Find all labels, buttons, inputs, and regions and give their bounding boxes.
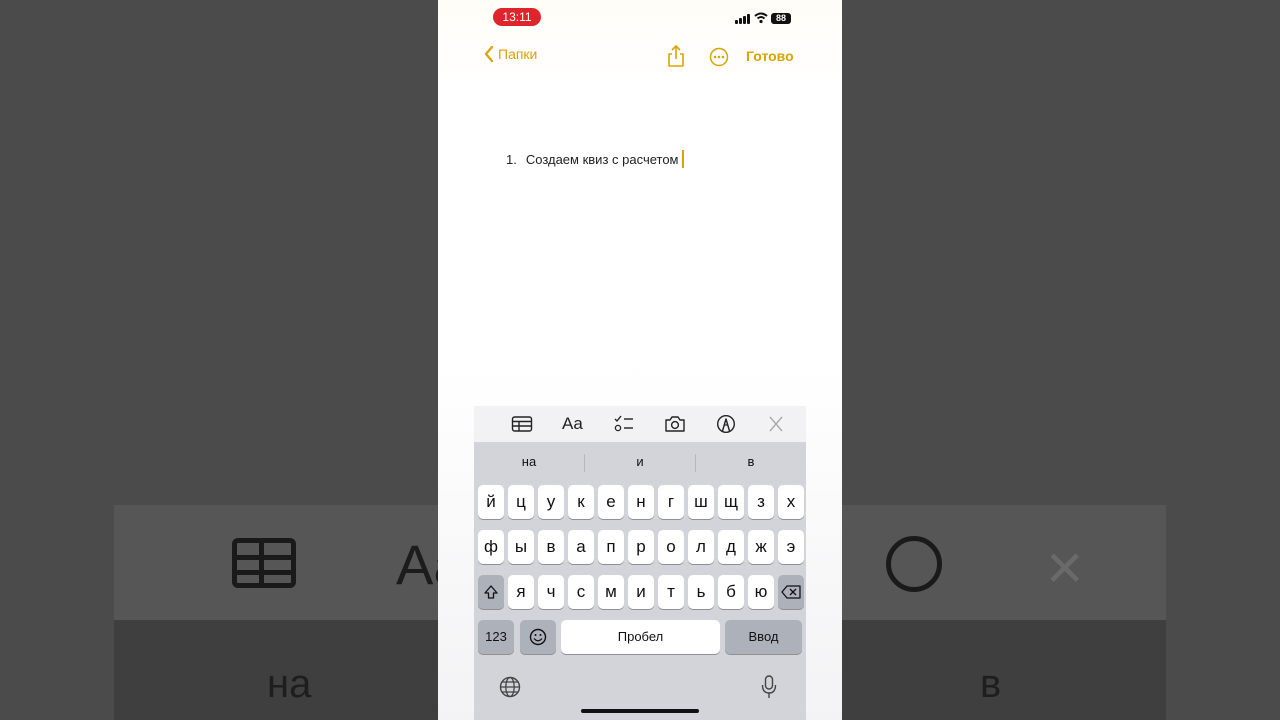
suggestion-1[interactable]: на [474,454,584,469]
emoji-icon [529,628,547,646]
chevron-left-icon [484,46,494,62]
suggestion-2[interactable]: и [585,454,695,469]
suggestion-3[interactable]: в [696,454,806,469]
key[interactable]: з [748,485,774,519]
close-keyboard-icon[interactable] [765,414,787,434]
navigation-bar: Папки Готово [438,40,842,72]
background-table-icon [232,538,296,588]
back-button[interactable]: Папки [484,46,537,62]
key[interactable]: э [778,530,804,564]
background-close-icon: × [1046,531,1084,603]
key[interactable]: п [598,530,624,564]
camera-icon[interactable] [664,414,686,434]
space-key[interactable]: Пробел [561,620,720,654]
key[interactable]: т [658,575,684,609]
key[interactable]: ы [508,530,534,564]
key[interactable]: к [568,485,594,519]
note-text: Создаем квиз с расчетом [525,151,679,167]
list-number: 1. [506,151,517,167]
key[interactable]: щ [718,485,744,519]
key[interactable]: ф [478,530,504,564]
key[interactable]: о [658,530,684,564]
key[interactable]: ч [538,575,564,609]
key[interactable]: и [628,575,654,609]
globe-icon[interactable] [499,676,521,698]
background-markup-icon [886,536,942,592]
numbers-key[interactable]: 123 [478,620,514,654]
key[interactable]: ь [688,575,714,609]
key[interactable]: я [508,575,534,609]
return-key[interactable]: Ввод [725,620,802,654]
key[interactable]: й [478,485,504,519]
key[interactable]: н [628,485,654,519]
backspace-icon [781,585,801,599]
key[interactable]: а [568,530,594,564]
key[interactable]: ж [748,530,774,564]
key[interactable]: е [598,485,624,519]
format-text-button[interactable]: Aa [562,414,588,434]
key[interactable]: р [628,530,654,564]
key[interactable]: с [568,575,594,609]
key[interactable]: ц [508,485,534,519]
note-toolbar: Aa [474,406,806,442]
table-icon[interactable] [511,414,533,434]
key[interactable]: м [598,575,624,609]
done-button[interactable]: Готово [746,48,794,64]
phone-screen: 13:11 88 Папки Готово 1. Создаем квиз с … [438,0,842,720]
text-cursor [681,150,684,168]
emoji-key[interactable] [520,620,556,654]
shift-key[interactable] [478,575,504,609]
home-indicator [581,709,699,713]
background-suggestion-right: в [980,662,1002,706]
key[interactable]: ш [688,485,714,519]
markup-pen-icon[interactable] [715,414,737,434]
checklist-icon[interactable] [613,414,635,434]
note-list-item[interactable]: 1. Создаем квиз с расчетом [506,150,684,168]
key[interactable]: г [658,485,684,519]
cellular-signal-icon [735,14,751,24]
key[interactable]: в [538,530,564,564]
key[interactable]: л [688,530,714,564]
more-options-icon[interactable] [709,47,729,67]
background-suggestion-left: на [267,662,312,706]
wifi-icon [754,12,768,24]
backspace-key[interactable] [778,575,804,609]
battery-indicator: 88 [771,13,791,24]
key[interactable]: у [538,485,564,519]
key[interactable]: х [778,485,804,519]
microphone-icon[interactable] [761,675,777,699]
shift-icon [484,585,498,599]
key[interactable]: ю [748,575,774,609]
key[interactable]: б [718,575,744,609]
status-bar: 13:11 88 [438,8,842,28]
status-time: 13:11 [493,8,541,26]
key[interactable]: д [718,530,744,564]
back-label: Папки [498,46,538,62]
share-icon[interactable] [666,44,686,68]
suggestion-bar: на и в [474,450,806,474]
keyboard: на и в й ц у к е н г ш щ з х ф ы в а п р… [474,442,806,720]
